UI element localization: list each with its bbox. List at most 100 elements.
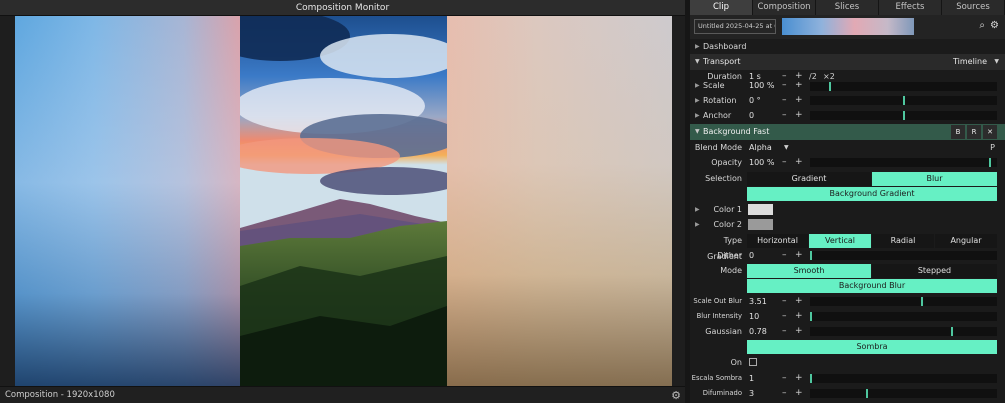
type-angular-button[interactable]: Angular — [935, 234, 997, 248]
anchor-value[interactable]: 0 — [749, 108, 754, 124]
mode-stepped-button[interactable]: Stepped — [872, 264, 997, 278]
dither-increment-button[interactable]: + — [795, 248, 803, 264]
rotation-decrement-button[interactable]: – — [782, 93, 787, 109]
slider-knob[interactable] — [989, 158, 991, 167]
dither-value[interactable]: 0 — [749, 248, 754, 264]
scale-out-blur-increment-button[interactable]: + — [795, 294, 803, 310]
opacity-slider[interactable] — [810, 158, 997, 167]
composition-viewport[interactable] — [15, 16, 672, 386]
gaussian-slider[interactable] — [810, 327, 997, 336]
slider-knob[interactable] — [903, 96, 905, 105]
slider-knob[interactable] — [810, 251, 812, 260]
slider-knob[interactable] — [829, 82, 831, 91]
dither-slider[interactable] — [810, 251, 997, 260]
rotation-slider[interactable] — [810, 96, 997, 105]
type-vertical-button[interactable]: Vertical — [809, 234, 871, 248]
color2-swatch[interactable] — [748, 219, 773, 230]
opacity-label: Opacity — [711, 158, 742, 167]
scale-out-blur-decrement-button[interactable]: – — [782, 294, 787, 310]
opacity-increment-button[interactable]: + — [795, 155, 803, 171]
gear-icon[interactable]: ⚙ — [671, 389, 681, 402]
chevron-down-icon[interactable]: ▼ — [784, 140, 789, 156]
search-icon[interactable]: ⌕ — [979, 20, 985, 31]
chevron-right-icon: ▶ — [695, 112, 700, 119]
chevron-right-icon: ▶ — [695, 82, 700, 89]
transport-section-header[interactable]: ▼ Transport Timeline ▼ — [690, 54, 1005, 70]
color1-swatch[interactable] — [748, 204, 773, 215]
param-link-button[interactable]: P — [990, 140, 995, 156]
slider-knob[interactable] — [951, 327, 953, 336]
blur-intensity-slider[interactable] — [810, 312, 997, 321]
sombra-on-checkbox[interactable] — [749, 358, 757, 366]
bypass-button[interactable]: B — [951, 125, 965, 139]
rotation-row: ▶ Rotation 0 ° – + — [690, 93, 1005, 109]
anchor-decrement-button[interactable]: – — [782, 108, 787, 124]
difuminado-decrement-button[interactable]: – — [782, 386, 787, 402]
anchor-row: ▶ Anchor 0 – + — [690, 108, 1005, 124]
opacity-row: Opacity 100 % – + — [690, 155, 1005, 171]
escala-sombra-decrement-button[interactable]: – — [782, 371, 787, 387]
scale-out-blur-value[interactable]: 3.51 — [749, 294, 767, 310]
slider-knob[interactable] — [810, 374, 812, 383]
gaussian-row: Gaussian 0.78 – + — [690, 324, 1005, 340]
slider-knob[interactable] — [866, 389, 868, 398]
scale-slider[interactable] — [810, 82, 997, 91]
difuminado-value[interactable]: 3 — [749, 386, 754, 402]
background-gradient-section-button[interactable]: Background Gradient — [747, 187, 997, 201]
tab-sources[interactable]: Sources — [942, 0, 1005, 15]
rotation-increment-button[interactable]: + — [795, 93, 803, 109]
slider-knob[interactable] — [903, 111, 905, 120]
chevron-down-icon[interactable]: ▼ — [994, 54, 999, 70]
blur-intensity-value[interactable]: 10 — [749, 309, 759, 325]
tab-clip[interactable]: Clip — [690, 0, 753, 15]
blur-intensity-decrement-button[interactable]: – — [782, 309, 787, 325]
composition-monitor-panel: Composition Monitor Composition - 1920x1… — [0, 0, 685, 403]
escala-sombra-slider[interactable] — [810, 374, 997, 383]
gaussian-decrement-button[interactable]: – — [782, 324, 787, 340]
scale-value[interactable]: 100 % — [749, 82, 774, 92]
clip-name-field[interactable]: Untitled 2025-04-25 at 01.3... — [694, 19, 776, 34]
escala-sombra-value[interactable]: 1 — [749, 371, 754, 387]
difuminado-increment-button[interactable]: + — [795, 386, 803, 402]
rotation-value[interactable]: 0 ° — [749, 93, 761, 109]
tab-slices[interactable]: Slices — [816, 0, 879, 15]
opacity-value[interactable]: 100 % — [749, 155, 774, 171]
dither-decrement-button[interactable]: – — [782, 248, 787, 264]
selection-gradient-button[interactable]: Gradient — [747, 172, 871, 186]
effect-header-background-fast[interactable]: ▼ Background Fast B R ✕ — [690, 124, 1005, 140]
scale-decrement-button[interactable]: – — [782, 82, 787, 92]
rotation-label: Rotation — [703, 96, 737, 105]
blend-mode-select[interactable]: Alpha — [749, 140, 772, 156]
dashboard-row[interactable]: ▶ Dashboard — [690, 39, 1005, 55]
scale-out-blur-slider[interactable] — [810, 297, 997, 306]
gaussian-value[interactable]: 0.78 — [749, 324, 767, 340]
selection-blur-button[interactable]: Blur — [872, 172, 997, 186]
transport-mode-select[interactable]: Timeline — [953, 54, 987, 70]
opacity-decrement-button[interactable]: – — [782, 155, 787, 171]
sombra-section-button[interactable]: Sombra — [747, 340, 997, 354]
anchor-increment-button[interactable]: + — [795, 108, 803, 124]
slider-knob[interactable] — [810, 312, 812, 321]
selection-row: Selection Gradient Blur — [690, 171, 1005, 187]
mode-smooth-button[interactable]: Smooth — [747, 264, 871, 278]
tab-composition[interactable]: Composition — [753, 0, 816, 15]
gear-icon[interactable]: ⚙ — [990, 20, 999, 31]
escala-sombra-increment-button[interactable]: + — [795, 371, 803, 387]
type-radial-button[interactable]: Radial — [872, 234, 934, 248]
scale-increment-button[interactable]: + — [795, 82, 803, 92]
slider-knob[interactable] — [921, 297, 923, 306]
clip-image[interactable] — [240, 16, 447, 386]
dither-row: Dither 0 – + — [690, 248, 1005, 264]
remove-effect-button[interactable]: ✕ — [983, 125, 997, 139]
inspector-panel: Clip Composition Slices Effects Sources … — [690, 0, 1005, 403]
difuminado-slider[interactable] — [810, 389, 997, 398]
gaussian-increment-button[interactable]: + — [795, 324, 803, 340]
mode-label: Mode — [720, 266, 742, 275]
background-blur-section-button[interactable]: Background Blur — [747, 279, 997, 293]
reset-button[interactable]: R — [967, 125, 981, 139]
type-horizontal-button[interactable]: Horizontal — [747, 234, 808, 248]
blurred-background-right — [447, 16, 672, 386]
anchor-slider[interactable] — [810, 111, 997, 120]
tab-effects[interactable]: Effects — [879, 0, 942, 15]
blur-intensity-increment-button[interactable]: + — [795, 309, 803, 325]
